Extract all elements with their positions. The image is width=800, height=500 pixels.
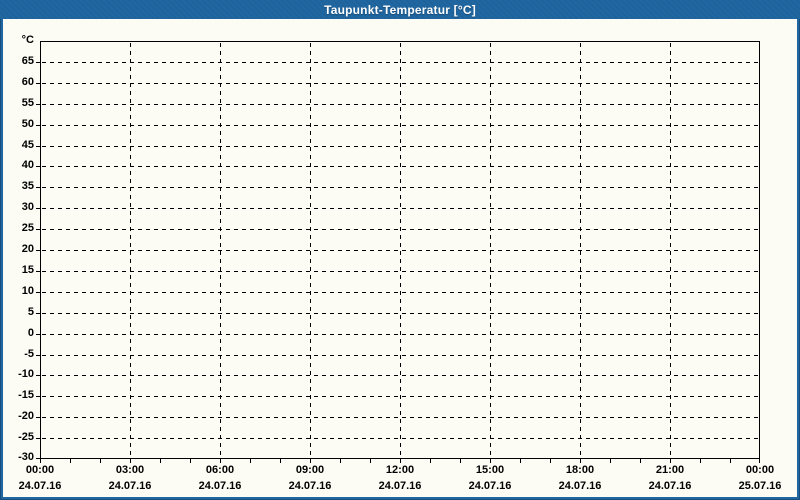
x-axis-minor-tick (220, 459, 221, 463)
x-tick-label-time: 06:00 (205, 464, 235, 476)
chart-window: Taupunkt-Temperatur [°C] °C 65 60 55 50 45 40… (0, 0, 800, 500)
x-tick-label-time: 03:00 (115, 464, 145, 476)
x-tick-label-date: 24.07.16 (558, 480, 602, 492)
x-axis-minor-tick (400, 459, 401, 463)
x-axis-minor-tick (580, 459, 581, 463)
y-tick-label: 55 (21, 97, 34, 109)
plot-area: °C 65 60 55 50 45 40 35 30 25 20 15 10 5 0 -5 -10 -15 -20… (18, 34, 781, 492)
x-axis-minor-tick (340, 459, 341, 463)
x-grid-line (670, 43, 671, 458)
x-grid-line (130, 43, 131, 458)
y-axis-tick (36, 187, 40, 188)
x-tick-label-time: 00:00 (25, 464, 55, 476)
x-axis-minor-tick (190, 459, 191, 463)
x-tick-label-time: 21:00 (655, 464, 685, 476)
x-axis-minor-tick (100, 459, 101, 463)
x-axis-minor-tick (730, 459, 731, 463)
y-axis-tick (36, 250, 40, 251)
y-tick-label: 35 (21, 180, 34, 192)
y-axis-tick (36, 396, 40, 397)
x-grid-line (220, 43, 221, 458)
x-axis-minor-tick (130, 459, 131, 463)
y-tick-label: 5 (27, 306, 34, 318)
x-grid-line (310, 43, 311, 458)
window-titlebar[interactable]: Taupunkt-Temperatur [°C] (0, 0, 800, 19)
y-tick-label: 0 (27, 327, 34, 339)
x-tick-label-date: 24.07.16 (198, 480, 242, 492)
x-tick-label-date: 24.07.16 (378, 480, 422, 492)
y-axis-tick (36, 229, 40, 230)
x-tick-label-date: 24.07.16 (18, 480, 62, 492)
y-tick-label: -25 (18, 431, 34, 443)
x-axis-minor-tick (310, 459, 311, 463)
y-tick-label: 30 (21, 201, 34, 213)
x-axis-minor-tick (160, 459, 161, 463)
x-axis-minor-tick (610, 459, 611, 463)
chart-content: °C 65 60 55 50 45 40 35 30 25 20 15 10 5 0 -5 -10 -15 -20… (3, 19, 797, 497)
y-tick-label: 40 (21, 159, 34, 171)
x-axis-minor-tick (700, 459, 701, 463)
y-axis-tick (36, 417, 40, 418)
y-tick-label: 10 (21, 285, 34, 297)
y-tick-label: -10 (18, 368, 34, 380)
x-tick-label-time: 15:00 (475, 464, 505, 476)
y-axis-tick (36, 146, 40, 147)
y-tick-label: -5 (24, 348, 34, 360)
y-tick-label: 20 (21, 243, 34, 255)
y-axis-tick (36, 355, 40, 356)
x-axis-minor-tick (40, 459, 41, 463)
x-axis-minor-tick (550, 459, 551, 463)
y-tick-label: -20 (18, 410, 34, 422)
y-axis-tick (36, 292, 40, 293)
x-tick-label-time: 18:00 (565, 464, 595, 476)
y-tick-label: -15 (18, 389, 34, 401)
y-tick-label: 15 (21, 264, 34, 276)
y-tick-label: 65 (21, 55, 34, 67)
x-axis-minor-tick (370, 459, 371, 463)
x-tick-label-date: 24.07.16 (468, 480, 512, 492)
y-axis-tick (36, 334, 40, 335)
x-tick-label-date: 25.07.16 (738, 480, 782, 492)
x-axis-minor-tick (70, 459, 71, 463)
x-tick-label-time: 00:00 (745, 464, 775, 476)
x-tick-label-date: 24.07.16 (288, 480, 332, 492)
x-axis-minor-tick (670, 459, 671, 463)
y-axis-tick (36, 313, 40, 314)
x-grid-line (490, 43, 491, 458)
y-axis-tick (36, 375, 40, 376)
x-axis-minor-tick (520, 459, 521, 463)
y-tick-label: 50 (21, 118, 34, 130)
plot-border-right (759, 41, 760, 459)
y-tick-label: 25 (21, 222, 34, 234)
y-axis-tick (36, 166, 40, 167)
y-axis-tick (36, 104, 40, 105)
y-tick-label: -30 (18, 451, 34, 463)
y-tick-label: 45 (21, 139, 34, 151)
x-grid-line (580, 43, 581, 458)
window-title: Taupunkt-Temperatur [°C] (324, 2, 476, 17)
x-axis-minor-tick (280, 459, 281, 463)
x-tick-label-time: 09:00 (295, 464, 325, 476)
y-axis-tick (36, 271, 40, 272)
y-axis-tick (36, 83, 40, 84)
x-tick-label-date: 24.07.16 (648, 480, 692, 492)
y-axis-tick (36, 125, 40, 126)
x-tick-label-time: 12:00 (385, 464, 415, 476)
x-axis-minor-tick (759, 459, 760, 463)
y-axis-tick (36, 438, 40, 439)
plot-border-top (40, 41, 760, 42)
x-grid-line (400, 43, 401, 458)
y-axis-tick (36, 62, 40, 63)
x-axis-minor-tick (490, 459, 491, 463)
x-axis-minor-tick (250, 459, 251, 463)
y-axis-tick (36, 208, 40, 209)
x-axis-minor-tick (460, 459, 461, 463)
x-tick-label-date: 24.07.16 (108, 480, 152, 492)
y-axis-unit-label: °C (21, 34, 34, 46)
x-axis-minor-tick (430, 459, 431, 463)
x-axis-minor-tick (640, 459, 641, 463)
y-axis-line (40, 41, 41, 459)
y-tick-label: 60 (21, 76, 34, 88)
